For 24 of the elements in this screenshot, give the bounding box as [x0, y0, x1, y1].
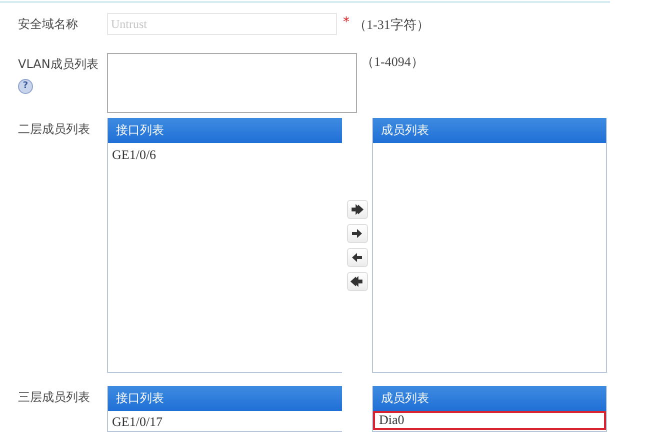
move-button[interactable]	[346, 224, 368, 243]
list-item[interactable]: Dia0	[373, 411, 606, 430]
double-right-arrow-icon	[350, 204, 364, 215]
list-item[interactable]: GE1/0/6	[108, 143, 342, 165]
field-label: 三层成员列表	[18, 389, 90, 406]
list-header: 接口列表	[108, 386, 342, 411]
text-field[interactable]: Untrust	[107, 13, 337, 35]
required-mark: *	[343, 15, 350, 30]
move-button[interactable]	[346, 248, 368, 267]
move-button[interactable]	[346, 272, 368, 291]
move-button[interactable]	[346, 200, 368, 219]
field-label: 二层成员列表	[18, 121, 90, 138]
left-arrow-icon	[350, 252, 364, 263]
list-header: 成员列表	[373, 386, 606, 411]
help-icon[interactable]: ?	[18, 79, 33, 94]
list-header: 成员列表	[373, 118, 606, 143]
list-item[interactable]: GE1/0/17	[108, 411, 342, 431]
double-left-arrow-icon	[350, 276, 364, 287]
field-label: 安全域名称	[18, 16, 78, 33]
hint-text: （1-31字符）	[354, 16, 430, 34]
list-header: 接口列表	[108, 118, 342, 143]
field-label: VLAN成员列表	[18, 56, 98, 73]
right-arrow-icon	[350, 228, 364, 239]
hint-text: （1-4094）	[361, 53, 424, 71]
